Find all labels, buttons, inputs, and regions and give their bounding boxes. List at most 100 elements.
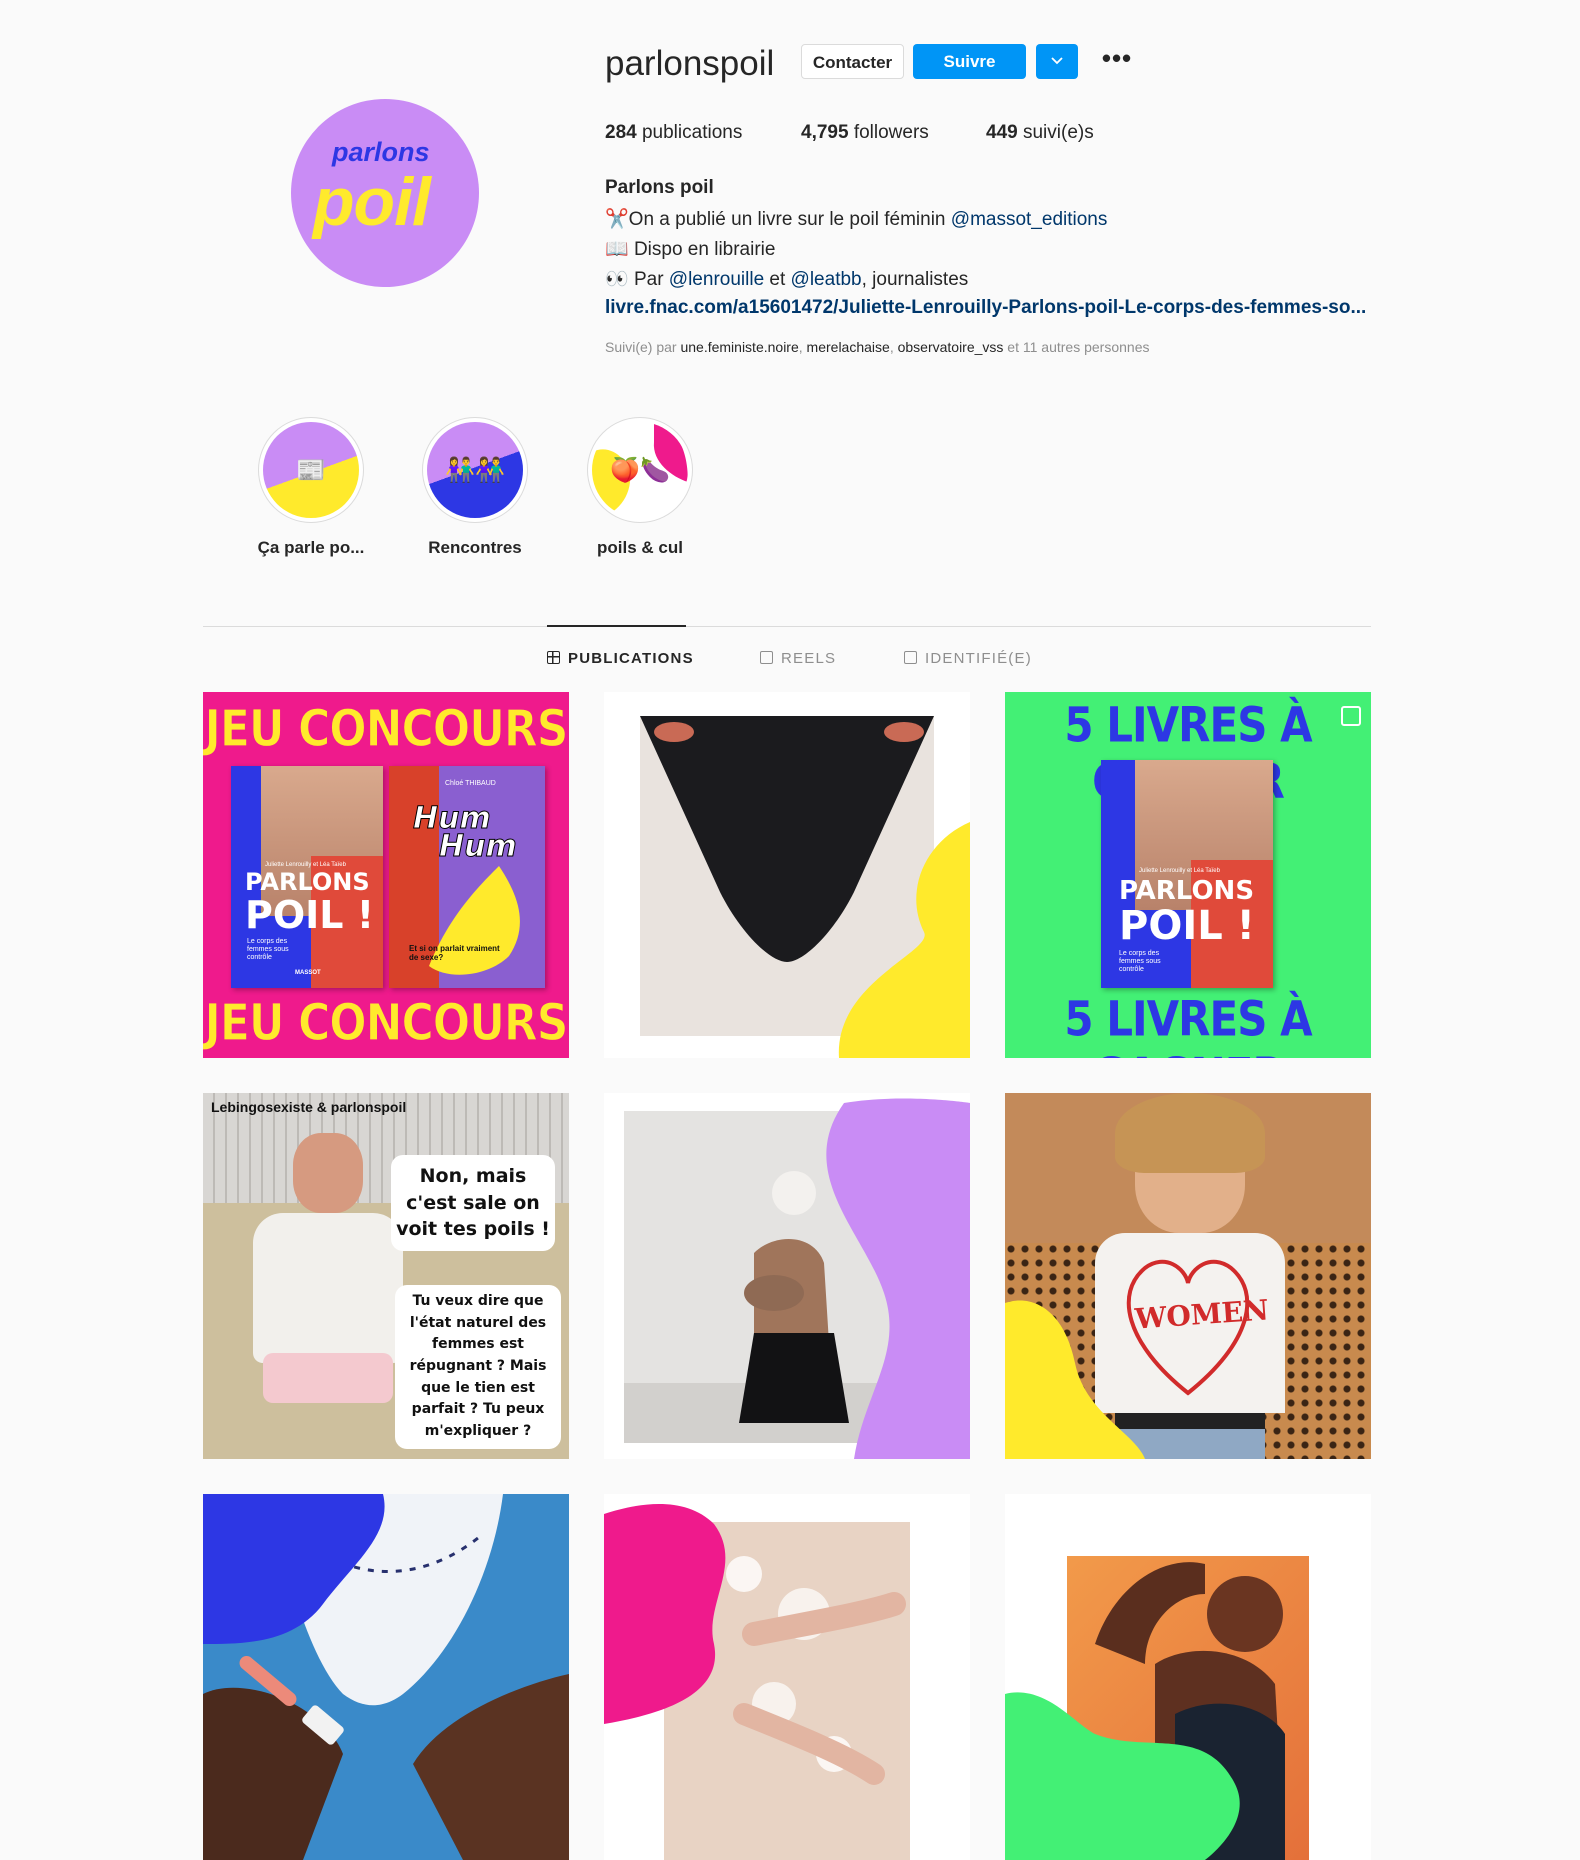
bio-line-3-text-a: Par (628, 269, 669, 290)
followed-by-prefix: Suivi(e) par (605, 339, 681, 355)
bio-line-3-text-b: et (764, 269, 791, 290)
post-illustration (1005, 1562, 1285, 1860)
highlight-cover: 👫👫 (422, 417, 528, 523)
tab-tagged[interactable]: IDENTIFIÉ(E) (904, 650, 1032, 667)
mention-leatbb[interactable]: @leatbb (791, 269, 862, 290)
bio-line-3: 👀 Par @lenrouille et @leatbb, journalist… (605, 267, 968, 291)
followed-by: Suivi(e) par une.feministe.noire, merela… (605, 339, 1149, 355)
tab-label: IDENTIFIÉ(E) (925, 650, 1032, 667)
post-illustration (1005, 1259, 1265, 1459)
profile-username: parlonspoil (605, 44, 775, 83)
avatar-text-poil: poil (313, 164, 431, 240)
highlight-cover: 🍑🍆 (587, 417, 693, 523)
open-book-icon: 📖 (605, 239, 629, 260)
post-thumbnail[interactable]: WOMEN (1005, 1093, 1371, 1459)
post-thumbnail[interactable]: JEU CONCOURS Juliette Lenrouilly et Léa … (203, 692, 569, 1058)
post-thumbnail[interactable]: Lebingosexiste & parlonspoil Non, mais c… (203, 1093, 569, 1459)
following-count-value: 449 (986, 122, 1018, 143)
highlight-cover: 📰 (258, 417, 364, 523)
tabs-divider (203, 626, 1371, 627)
post-title-bottom: JEU CONCOURS (204, 994, 569, 1054)
tab-label: REELS (781, 650, 837, 667)
peach-eggplant-icon: 🍑🍆 (610, 457, 670, 484)
post-title-bottom: 5 LIVRES À GAGNER (1064, 990, 1312, 1058)
followed-by-separator: , (798, 339, 807, 355)
followers-count-value: 4,795 (801, 122, 849, 143)
eyes-icon: 👀 (605, 269, 629, 290)
followed-by-user[interactable]: une.feministe.noire (680, 339, 798, 355)
book-subtitle: Le corps des femmes sous contrôle (247, 938, 289, 962)
more-options-button[interactable]: ••• (1097, 44, 1137, 79)
book-subtitle: Le corps des femmes sous contrôle (1119, 950, 1161, 974)
followed-by-separator: , (889, 339, 898, 355)
post-illustration (604, 1504, 906, 1785)
book-title-line2: POIL ! (1119, 903, 1255, 949)
followers-count-label: followers (853, 122, 929, 143)
tab-publications[interactable]: PUBLICATIONS (547, 650, 694, 667)
followed-by-suffix: et 11 autres personnes (1003, 339, 1150, 355)
bio-line-2: 📖 Dispo en librairie (605, 237, 775, 261)
highlight-label: Ça parle po... (257, 538, 365, 557)
tab-label: PUBLICATIONS (568, 650, 694, 667)
grid-icon (547, 651, 560, 664)
highlight-label: Rencontres (428, 538, 522, 557)
profile-avatar[interactable]: parlons poil (291, 99, 479, 287)
chevron-down-icon (1051, 57, 1063, 65)
tagged-user-icon (904, 651, 917, 664)
highlight-label: poils & cul (597, 538, 683, 557)
post-thumbnail[interactable] (604, 1093, 970, 1459)
active-tab-indicator (547, 625, 686, 627)
book-title-line1: PARLONS (1119, 876, 1255, 906)
tab-reels[interactable]: REELS (760, 650, 836, 667)
book-subtitle: Et si on parlait vraiment de sexe? (409, 944, 500, 963)
post-thumbnail[interactable] (203, 1494, 569, 1860)
speech-bubble-2: Tu veux dire que l'état naturel des femm… (395, 1285, 561, 1449)
post-thumbnail[interactable] (604, 1494, 970, 1860)
bio-external-link[interactable]: livre.fnac.com/a15601472/Juliette-Lenrou… (605, 297, 1366, 319)
posts-count-value: 284 (605, 122, 637, 143)
suggested-dropdown-button[interactable] (1036, 44, 1078, 79)
profile-full-name: Parlons poil (605, 177, 714, 198)
posts-count: 284 publications (605, 122, 742, 144)
post-thumbnail[interactable]: 5 LIVRES À GAGNER Juliette Lenrouilly et… (1005, 692, 1371, 1058)
book-cover-parlons-poil: Juliette Lenrouilly et Léa Taïeb PARLONS… (231, 766, 383, 988)
follow-button[interactable]: Suivre (913, 44, 1026, 79)
posts-count-label: publications (641, 122, 743, 143)
post-thumbnail[interactable] (1005, 1494, 1371, 1860)
carousel-icon (1341, 706, 1361, 726)
bio-line-3-text-c: , journalistes (861, 269, 969, 290)
post-photo-shirt (253, 1213, 403, 1363)
highlight-item[interactable]: 🍑🍆 poils & cul (570, 417, 710, 558)
followed-by-user[interactable]: observatoire_vss (898, 339, 1004, 355)
couple-icon: 👫👫 (445, 457, 505, 484)
book-cover-parlons-poil: Juliette Lenrouilly et Léa Taïeb PARLONS… (1101, 760, 1273, 988)
bio-line-1: ✂️On a publié un livre sur le poil fémin… (605, 207, 1107, 231)
bio-line-2-text: Dispo en librairie (628, 239, 776, 260)
following-count[interactable]: 449 suivi(e)s (986, 122, 1094, 144)
post-header-text: Lebingosexiste & parlonspoil (211, 1099, 407, 1115)
scissors-icon: ✂️ (605, 209, 629, 230)
book-authors: Juliette Lenrouilly et Léa Taïeb (1139, 868, 1220, 874)
followed-by-user[interactable]: merelachaise (807, 339, 890, 355)
reels-icon (760, 651, 773, 664)
post-illustration (203, 1494, 569, 1860)
book-title-line1: PARLONS (245, 868, 370, 896)
following-count-label: suivi(e)s (1022, 122, 1094, 143)
book-publisher: MASSOT (295, 970, 321, 976)
bio-line-1-text: On a publié un livre sur le poil féminin (628, 209, 951, 230)
mention-lenrouille[interactable]: @lenrouille (669, 269, 764, 290)
contact-button[interactable]: Contacter (801, 44, 904, 79)
mention-massot-editions[interactable]: @massot_editions (951, 209, 1108, 230)
book-title-line2: POIL ! (245, 893, 375, 937)
highlight-item[interactable]: 👫👫 Rencontres (405, 417, 545, 558)
highlight-item[interactable]: 📰 Ça parle po... (241, 417, 381, 558)
post-photo-shorts (263, 1353, 393, 1403)
post-thumbnail[interactable] (604, 692, 970, 1058)
book-cover-hum-hum: Chloé THIBAUD Hum Hum Et si on parlait v… (389, 766, 545, 988)
post-illustration (624, 1098, 970, 1459)
book-author: Chloé THIBAUD (445, 780, 496, 787)
book-title-line2: Hum (439, 829, 518, 864)
followers-count[interactable]: 4,795 followers (801, 122, 929, 144)
speech-bubble-1: Non, mais c'est sale on voit tes poils ! (391, 1155, 555, 1251)
post-illustration (640, 716, 970, 1058)
